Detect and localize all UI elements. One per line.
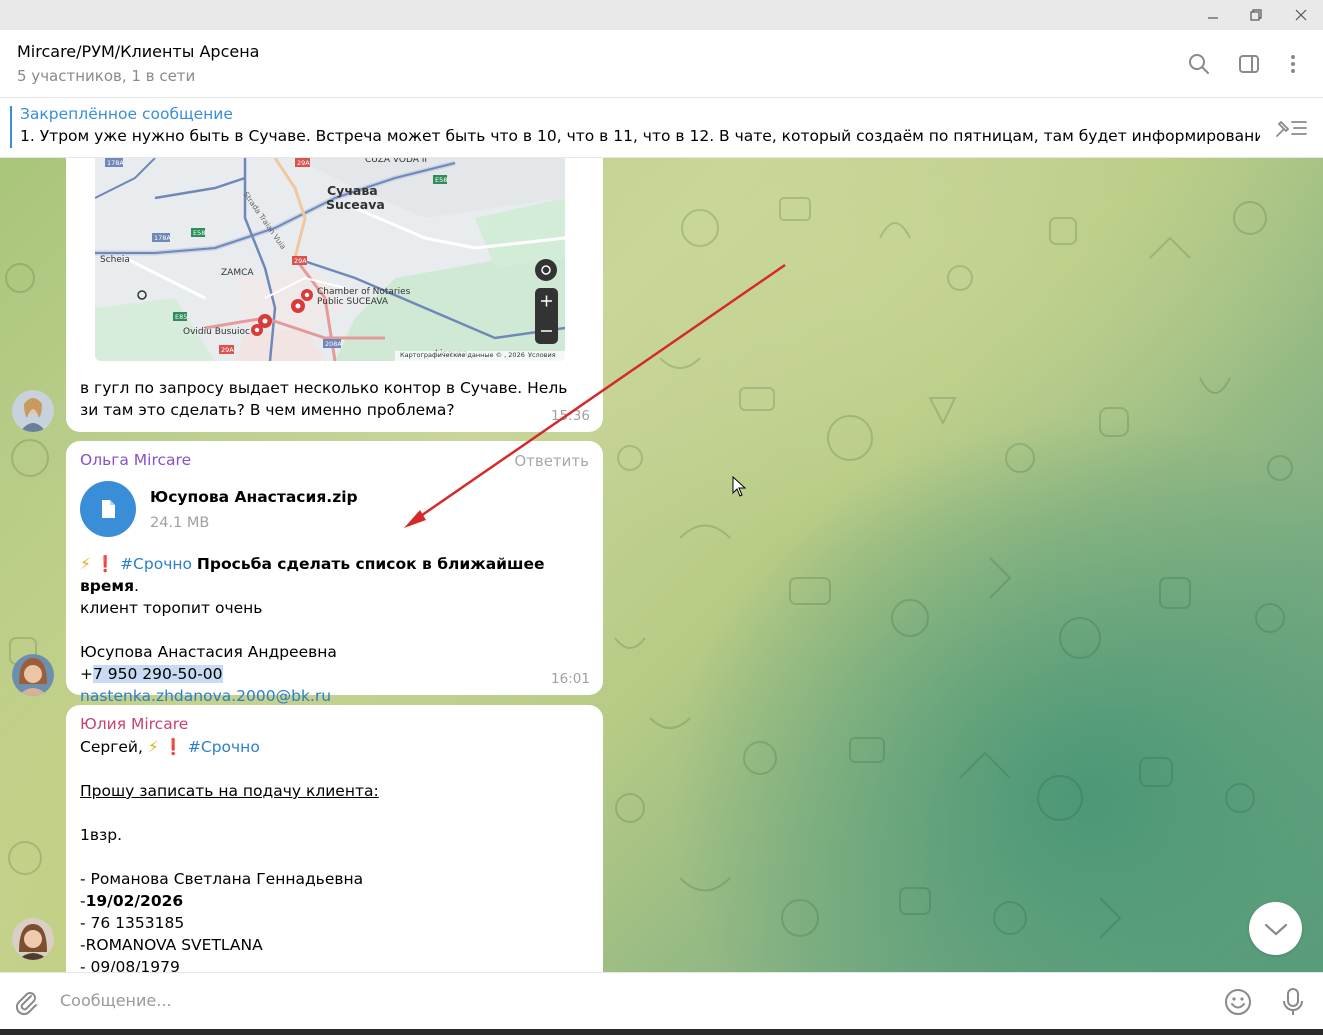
restore-icon[interactable] <box>1243 4 1269 26</box>
chevron-down-icon <box>1264 923 1287 935</box>
message-input[interactable]: Сообщение... <box>60 991 172 1010</box>
close-icon[interactable] <box>1288 4 1314 26</box>
sidebar-toggle-icon[interactable] <box>1235 50 1263 78</box>
more-menu-icon[interactable] <box>1279 50 1307 78</box>
chat-header[interactable]: Mircare/РУМ/Клиенты Арсена 5 участников,… <box>0 30 1323 98</box>
window-titlebar <box>0 0 1323 30</box>
chat-title[interactable]: Mircare/РУМ/Клиенты Арсена <box>17 42 259 61</box>
pinned-text: 1. Утром уже нужно быть в Сучаве. Встреч… <box>20 127 1260 145</box>
pinned-accent-bar <box>10 106 12 148</box>
scroll-down-button[interactable] <box>1249 902 1302 955</box>
search-icon[interactable] <box>1185 50 1213 78</box>
pinned-title: Закреплённое сообщение <box>20 105 233 123</box>
emoji-icon[interactable] <box>1223 987 1253 1021</box>
chat-members-status: 5 участников, 1 в сети <box>17 67 196 85</box>
pinned-list-icon[interactable] <box>1273 116 1309 144</box>
chat-history[interactable]: Сучава Suceava Scheia ZAMCA Ovidiu Busui… <box>0 158 1323 972</box>
pinned-message[interactable]: Закреплённое сообщение 1. Утром уже нужн… <box>0 98 1323 158</box>
attach-icon[interactable] <box>12 988 40 1020</box>
minimize-icon[interactable] <box>1200 4 1226 26</box>
mouse-cursor-icon <box>732 476 747 497</box>
annotation-arrow <box>404 263 786 528</box>
microphone-icon[interactable] <box>1280 986 1306 1022</box>
taskbar-edge <box>0 1029 1323 1035</box>
message-composer[interactable]: Сообщение... <box>0 972 1323 1029</box>
